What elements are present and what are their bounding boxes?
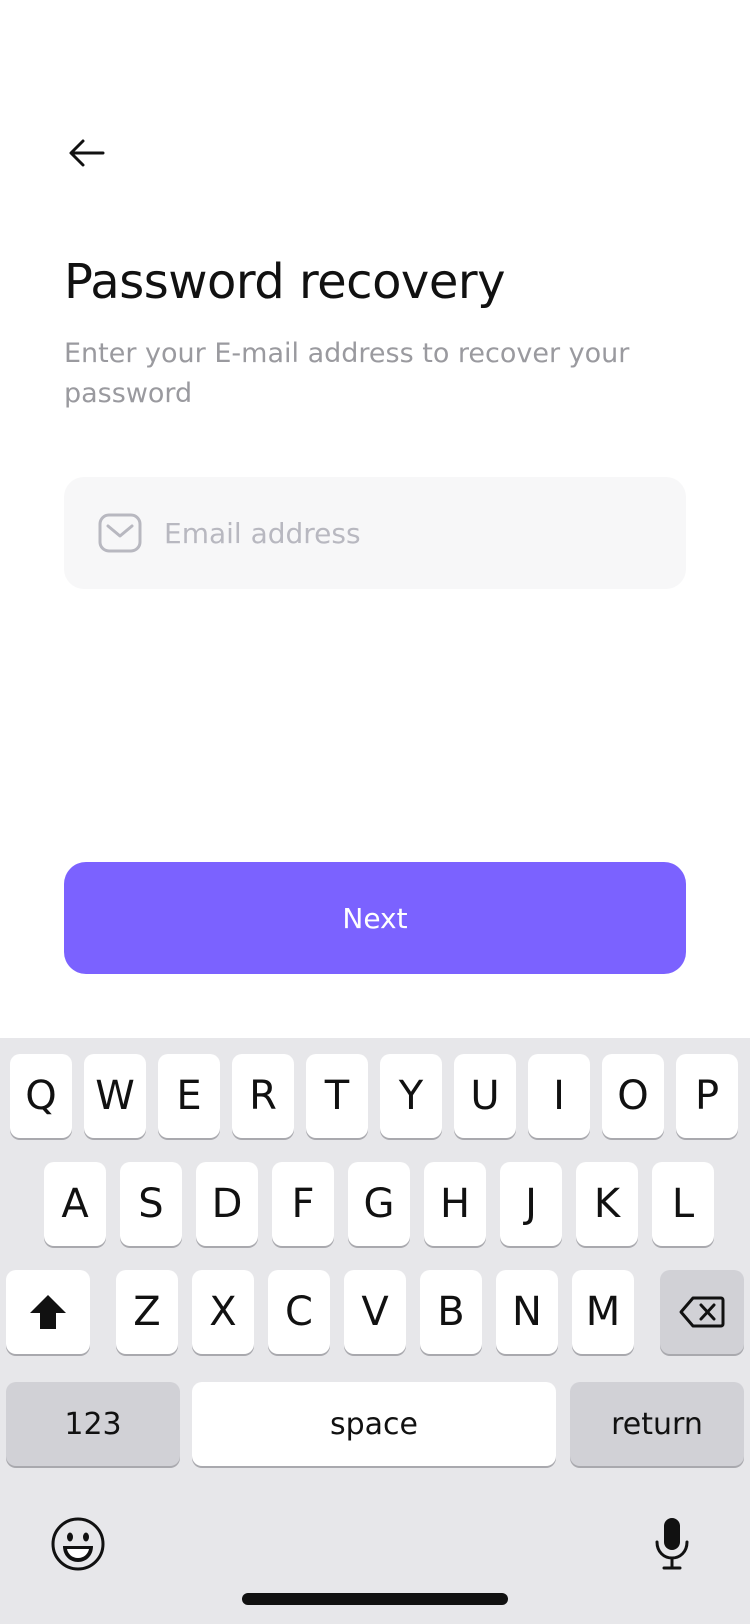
key-i[interactable]: I [528,1054,590,1138]
key-q[interactable]: Q [10,1054,72,1138]
back-button[interactable] [62,128,112,178]
backspace-key[interactable] [660,1270,744,1354]
key-d[interactable]: D [196,1162,258,1246]
return-key[interactable]: return [570,1382,744,1466]
backspace-icon [679,1296,725,1328]
keyboard: Q W E R T Y U I O P A S D F G H J K L Z … [0,1038,750,1624]
email-input[interactable] [162,515,646,551]
shift-key[interactable] [6,1270,90,1354]
key-c[interactable]: C [268,1270,330,1354]
page-subtitle: Enter your E-mail address to recover you… [64,338,630,409]
microphone-icon [655,1518,689,1570]
numbers-key[interactable]: 123 [6,1382,180,1466]
key-w[interactable]: W [84,1054,146,1138]
key-r[interactable]: R [232,1054,294,1138]
arrow-left-icon [69,139,105,167]
key-a[interactable]: A [44,1162,106,1246]
key-v[interactable]: V [344,1270,406,1354]
page-title: Password recovery [64,254,506,310]
key-l[interactable]: L [652,1162,714,1246]
emoji-button[interactable] [48,1514,108,1574]
home-indicator [242,1593,508,1605]
key-e[interactable]: E [158,1054,220,1138]
key-s[interactable]: S [120,1162,182,1246]
key-t[interactable]: T [306,1054,368,1138]
key-p[interactable]: P [676,1054,738,1138]
microphone-button[interactable] [642,1514,702,1574]
key-o[interactable]: O [602,1054,664,1138]
email-field[interactable] [64,477,686,589]
shift-icon [30,1295,66,1329]
key-u[interactable]: U [454,1054,516,1138]
key-m[interactable]: M [572,1270,634,1354]
envelope-icon [98,513,142,553]
key-y[interactable]: Y [380,1054,442,1138]
key-x[interactable]: X [192,1270,254,1354]
next-button[interactable]: Next [64,862,686,974]
key-k[interactable]: K [576,1162,638,1246]
key-h[interactable]: H [424,1162,486,1246]
emoji-icon [51,1517,105,1571]
key-f[interactable]: F [272,1162,334,1246]
key-n[interactable]: N [496,1270,558,1354]
space-key[interactable]: space [192,1382,556,1466]
key-j[interactable]: J [500,1162,562,1246]
key-z[interactable]: Z [116,1270,178,1354]
key-b[interactable]: B [420,1270,482,1354]
key-g[interactable]: G [348,1162,410,1246]
